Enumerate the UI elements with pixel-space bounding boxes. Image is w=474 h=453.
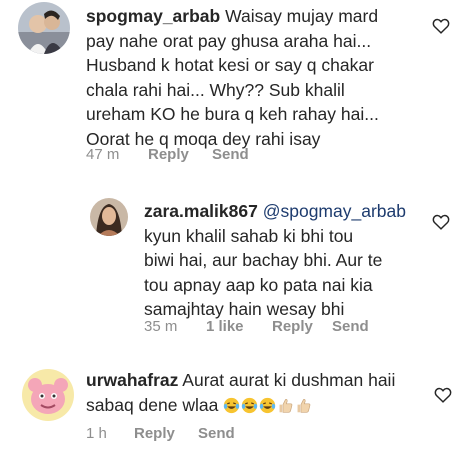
comment-line: Husband k hotat kesi or say q chakar bbox=[86, 55, 374, 75]
comment-2-reply: zara.malik867 @spogmay_arbab kyun khalil… bbox=[0, 190, 474, 340]
timestamp: 47 m bbox=[86, 146, 120, 163]
profile-photo-icon bbox=[90, 198, 128, 236]
comment-line: kyun khalil sahab ki bhi tou bbox=[144, 225, 354, 246]
comment-line: chala rahi hai... Why?? Sub khalil bbox=[86, 79, 345, 100]
send-button[interactable]: Send bbox=[198, 425, 235, 442]
thumbs-up-emoji-icon bbox=[279, 398, 293, 413]
reply-button[interactable]: Reply bbox=[272, 318, 332, 335]
comment-line: tou apnay aap ko pata nai kia bbox=[144, 274, 373, 295]
comment-meta: 47 m Reply Send bbox=[86, 146, 249, 163]
pink-cartoon-avatar-icon bbox=[22, 369, 74, 421]
avatar[interactable] bbox=[90, 198, 128, 236]
mention-link[interactable]: @spogmay_arbab bbox=[263, 201, 406, 221]
comment-line: Waisay mujay mard bbox=[225, 6, 379, 26]
comment-meta: 1 h Reply Send bbox=[86, 425, 235, 442]
thumbs-up-emoji-icon bbox=[297, 398, 311, 413]
comment-line: pay nahe orat pay ghusa araha hai... bbox=[86, 30, 372, 51]
username[interactable]: urwahafraz bbox=[86, 370, 178, 390]
comment-text: urwahafraz Aurat aurat ki dushman haii s… bbox=[86, 368, 436, 417]
timestamp: 35 m bbox=[144, 318, 178, 335]
like-heart-icon[interactable] bbox=[434, 387, 452, 408]
reply-button[interactable]: Reply bbox=[134, 425, 198, 442]
reply-button[interactable]: Reply bbox=[148, 146, 212, 163]
send-button[interactable]: Send bbox=[212, 146, 249, 163]
avatar[interactable] bbox=[18, 2, 70, 54]
comment-3: urwahafraz Aurat aurat ki dushman haii s… bbox=[0, 365, 474, 453]
laughing-crying-emoji-icon bbox=[242, 397, 258, 413]
send-button[interactable]: Send bbox=[332, 318, 369, 335]
comment-text: spogmay_arbab Waisay mujay mard pay nahe… bbox=[86, 4, 436, 151]
comment-text: zara.malik867 @spogmay_arbab kyun khalil… bbox=[144, 199, 434, 322]
laughing-crying-emoji-icon bbox=[260, 397, 276, 413]
comment-line: sabaq dene wlaa bbox=[86, 394, 219, 415]
username[interactable]: zara.malik867 bbox=[144, 201, 258, 221]
username[interactable]: spogmay_arbab bbox=[86, 6, 220, 26]
comment-meta: 35 m 1 like Reply Send bbox=[144, 318, 369, 335]
comment-1: spogmay_arbab Waisay mujay mard pay nahe… bbox=[0, 0, 474, 170]
profile-photo-icon bbox=[18, 2, 70, 54]
likes-count[interactable]: 1 like bbox=[206, 318, 272, 335]
like-heart-icon[interactable] bbox=[432, 214, 450, 235]
comment-line: biwi hai, aur bachay bhi. Aur te bbox=[144, 250, 383, 270]
comment-line: ureham KO he bura q keh rahay hai... bbox=[86, 104, 379, 124]
laughing-crying-emoji-icon bbox=[224, 397, 240, 413]
comment-line: Aurat aurat ki dushman haii bbox=[182, 370, 396, 390]
avatar[interactable] bbox=[22, 369, 74, 421]
timestamp: 1 h bbox=[86, 425, 107, 442]
like-heart-icon[interactable] bbox=[432, 18, 450, 39]
